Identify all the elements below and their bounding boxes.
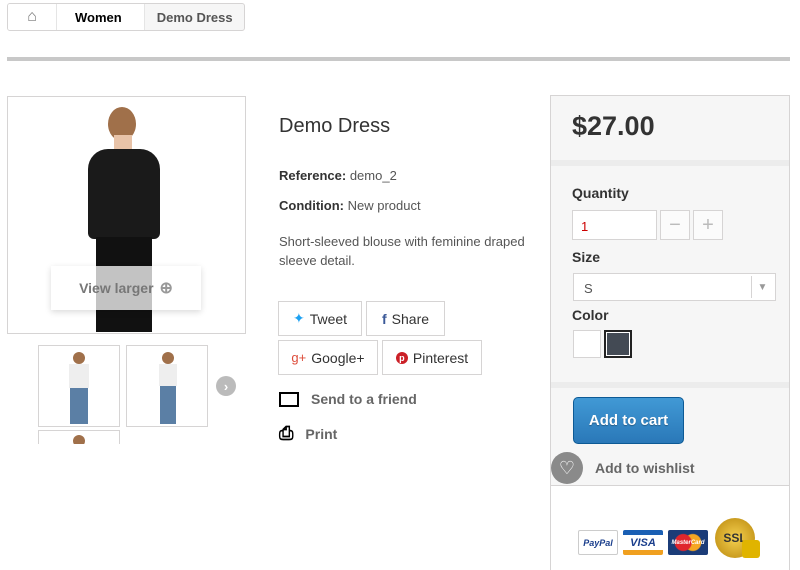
zoom-icon: ⊕ xyxy=(159,280,173,297)
chevron-down-icon: ▼ xyxy=(751,276,773,298)
divider xyxy=(7,57,790,61)
pinterest-button[interactable]: p Pinterest xyxy=(382,340,482,375)
reference-label: Reference: xyxy=(279,168,347,183)
quantity-input[interactable]: 1 xyxy=(572,210,657,240)
home-icon[interactable]: ⌂ xyxy=(8,4,56,30)
heart-icon[interactable]: ♡ xyxy=(551,452,583,484)
add-to-wishlist-link[interactable]: Add to wishlist xyxy=(595,460,695,476)
envelope-icon xyxy=(279,391,299,407)
printer-icon: ⎙ xyxy=(279,423,294,443)
divider xyxy=(551,382,789,388)
quantity-decrease-button[interactable]: − xyxy=(660,210,690,240)
color-label: Color xyxy=(572,307,609,323)
quantity-label: Quantity xyxy=(572,185,629,201)
tweet-button[interactable]: ✦ Tweet xyxy=(278,301,362,336)
google-plus-button[interactable]: g+ Google+ xyxy=(278,340,378,375)
quantity-increase-button[interactable]: + xyxy=(693,210,723,240)
color-swatch-dark[interactable] xyxy=(604,330,632,358)
print-label: Print xyxy=(305,425,338,442)
mastercard-logo: MasterCard xyxy=(668,530,708,555)
send-label: Send to a friend xyxy=(311,391,417,407)
size-label: Size xyxy=(572,249,601,265)
price: $27.00 xyxy=(572,111,655,141)
size-value: S xyxy=(584,281,593,296)
divider xyxy=(551,160,789,166)
breadcrumb-women[interactable]: Women xyxy=(56,4,144,30)
reference-value: demo_2 xyxy=(349,168,397,183)
next-thumbnail-button[interactable]: › xyxy=(216,376,236,396)
condition-label: Condition: xyxy=(279,198,344,213)
print-link[interactable]: ⎙ Print xyxy=(279,423,337,444)
reference: Reference: demo_2 xyxy=(279,168,397,183)
add-to-cart-button[interactable]: Add to cart xyxy=(573,397,684,444)
color-swatch-white[interactable] xyxy=(573,330,601,358)
size-select[interactable]: S ▼ xyxy=(573,273,776,301)
visa-logo: VISA xyxy=(623,530,663,555)
product-title: Demo Dress xyxy=(279,115,391,137)
condition-value: New product xyxy=(347,198,421,213)
paypal-logo: PayPal xyxy=(578,530,618,555)
pinterest-icon: p xyxy=(395,351,408,364)
pinterest-label: Pinterest xyxy=(412,349,469,366)
condition: Condition: New product xyxy=(279,198,421,213)
tweet-label: Tweet xyxy=(309,310,348,327)
view-larger-button[interactable]: View larger ⊕ xyxy=(51,266,201,310)
share-button[interactable]: f Share xyxy=(366,301,445,336)
product-description: Short-sleeved blouse with feminine drape… xyxy=(279,234,525,268)
google-plus-label: Google+ xyxy=(311,349,365,366)
thumbnail-3[interactable] xyxy=(38,430,120,444)
view-larger-label: View larger xyxy=(79,280,154,296)
breadcrumb-current: Demo Dress xyxy=(143,4,233,30)
facebook-icon: f xyxy=(381,310,387,327)
breadcrumb: ⌂ Women Demo Dress xyxy=(7,3,245,31)
share-label: Share xyxy=(391,310,430,327)
twitter-icon: ✦ xyxy=(292,310,305,326)
thumbnail-2[interactable] xyxy=(126,345,208,427)
google-plus-icon: g+ xyxy=(291,350,307,365)
thumbnail-1[interactable] xyxy=(38,345,120,427)
lock-icon xyxy=(742,540,760,558)
send-to-friend-link[interactable]: Send to a friend xyxy=(279,391,417,407)
